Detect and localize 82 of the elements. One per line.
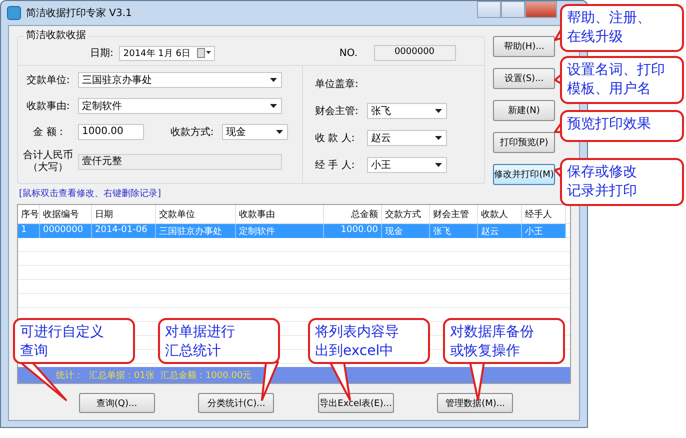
field-label: 合计人民币 (23, 150, 73, 162)
caret-icon (435, 109, 442, 113)
callout-text: 对数据库备份 (450, 323, 534, 342)
dropdown[interactable]: 定制软件 (78, 98, 282, 114)
callout-text: 可进行自定义 (20, 323, 104, 342)
status-sum: 汇总金额：1000.00元 (160, 370, 252, 382)
side-button[interactable]: 设置(S)... (493, 68, 555, 89)
close-button[interactable] (525, 1, 557, 18)
table-cell: 1000.00 (324, 224, 382, 238)
callout-text: 在线升级 (567, 28, 623, 47)
action-button[interactable]: 查询(Q)... (78, 393, 155, 413)
side-button[interactable]: 修改并打印(M) (493, 164, 555, 185)
app-icon (7, 6, 21, 20)
caret-icon (270, 104, 277, 108)
table-cell: 定制软件 (236, 224, 324, 238)
caret-icon (270, 78, 277, 82)
total-field: 壹仟元整 (78, 154, 282, 170)
status-label: 统计： (56, 370, 83, 382)
field-label: 经 手 人: (315, 158, 356, 172)
field-label: 收 款 人: (315, 132, 356, 145)
minimize-button[interactable] (477, 1, 501, 18)
column-header[interactable]: 收据编号 (40, 205, 92, 223)
action-button[interactable]: 分类统计(C)... (198, 393, 274, 413)
field-label: 收款方式: (169, 126, 215, 139)
callout-text: 汇总统计 (165, 342, 221, 361)
dropdown[interactable]: 现金 (222, 124, 288, 140)
field-label: 收款事由: (25, 100, 71, 113)
date-label: 日期: (90, 46, 114, 60)
callout-text: 出到excel中 (315, 342, 394, 361)
callout-text: 模板、用户名 (567, 80, 651, 99)
column-header[interactable]: 财会主管 (430, 205, 478, 223)
side-button[interactable]: 打印预览(P) (493, 132, 555, 153)
no-label: NO. (339, 48, 358, 58)
side-button[interactable]: 新建(N) (493, 100, 555, 121)
callout-text: 帮助、注册、 (567, 9, 651, 28)
caret-icon (276, 130, 283, 134)
column-header[interactable]: 交款方式 (382, 205, 430, 223)
dropdown[interactable]: 赵云 (367, 130, 447, 146)
callout-text: 保存或修改 (567, 163, 637, 182)
dropdown[interactable]: 三国驻京办事处 (78, 72, 282, 88)
table-cell: 现金 (382, 224, 430, 238)
table-cell: 小王 (522, 224, 566, 238)
field-label: 金 额 : (32, 126, 64, 139)
field-label: 财会主管: (315, 104, 360, 118)
hint-text: [鼠标双击查看修改、右键删除记录] (18, 188, 162, 201)
maximize-button[interactable] (501, 1, 525, 18)
table-cell: 2014-01-06 (92, 224, 156, 238)
caret-icon (435, 163, 442, 167)
action-button[interactable]: 导出Excel表(E)... (318, 393, 394, 413)
callout-text: 设置名词、打印 (567, 61, 665, 80)
field-label: （大写） (28, 162, 68, 174)
column-header[interactable]: 交款单位 (156, 205, 236, 223)
column-header[interactable]: 总金额 (324, 205, 382, 223)
table-cell: 张飞 (430, 224, 478, 238)
amount-field[interactable]: 1000.00 (78, 124, 144, 140)
callout-text: 对单据进行 (165, 323, 235, 342)
action-button[interactable]: 管理数据(M)... (437, 393, 514, 413)
callout-text: 预览打印效果 (567, 115, 651, 134)
calendar-icon (197, 48, 212, 58)
window-title: 简洁收据打印专家 V3.1 (26, 6, 132, 20)
table-cell: 赵云 (478, 224, 522, 238)
column-header[interactable]: 收款事由 (236, 205, 324, 223)
column-header[interactable]: 序号 (18, 205, 40, 223)
callout-text: 记录并打印 (567, 182, 637, 201)
caret-icon (435, 136, 442, 140)
group-title: 简洁收款收据 (24, 30, 88, 42)
table-cell: 1 (18, 224, 40, 238)
side-button[interactable]: 帮助(H)... (493, 36, 555, 57)
callout-text: 或恢复操作 (450, 342, 520, 361)
number-field[interactable]: 0000000 (374, 45, 456, 61)
callout-text: 将列表内容导 (315, 323, 399, 342)
dropdown[interactable]: 小王 (367, 157, 447, 173)
column-header[interactable]: 收款人 (478, 205, 522, 223)
date-picker[interactable]: 2014年 1月 6日 (119, 46, 216, 60)
dropdown[interactable]: 张飞 (367, 103, 447, 119)
column-header[interactable]: 日期 (92, 205, 156, 223)
status-count: 汇总单据：01张 (89, 370, 154, 382)
field-label: 交款单位: (25, 74, 71, 87)
field-label: 单位盖章: (315, 78, 360, 91)
table-cell: 三国驻京办事处 (156, 224, 236, 238)
callout-text: 查询 (20, 342, 48, 361)
table-cell: 0000000 (40, 224, 92, 238)
